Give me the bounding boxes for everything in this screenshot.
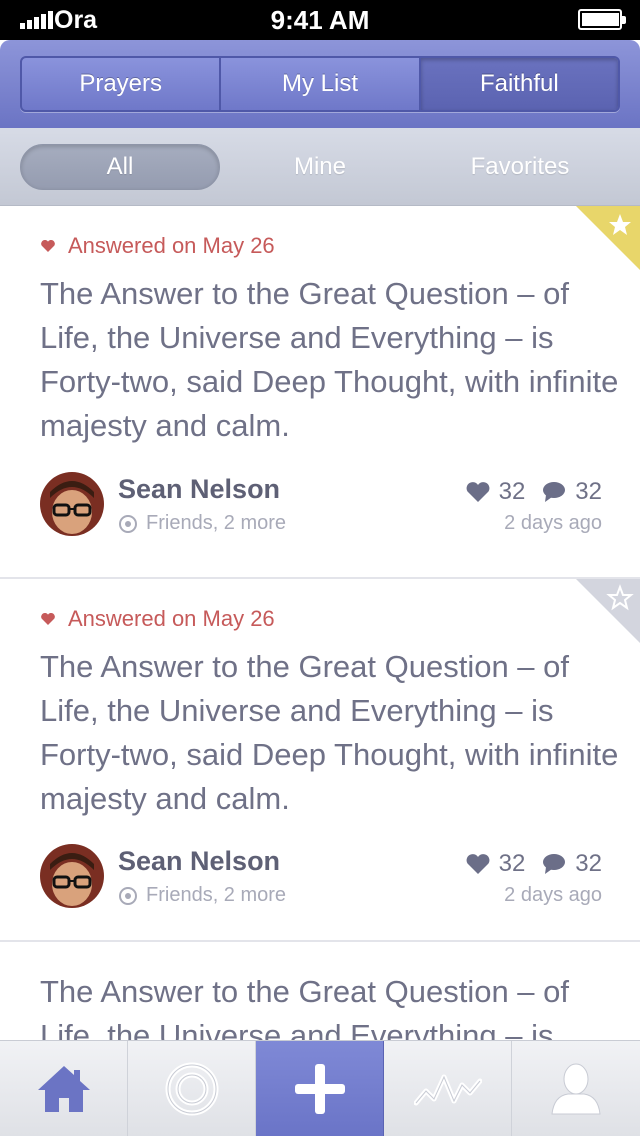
answered-status: Answered on May 26 bbox=[40, 606, 275, 632]
answered-label: Answered on May 26 bbox=[68, 606, 275, 631]
author-name[interactable]: Sean Nelson bbox=[118, 474, 280, 505]
audience-label: Friends, 2 more bbox=[146, 884, 287, 906]
comment-count: 32 bbox=[575, 850, 602, 877]
author-name[interactable]: Sean Nelson bbox=[118, 846, 280, 877]
prayer-text: The Answer to the Great Question – of Li… bbox=[40, 649, 619, 816]
home-icon bbox=[37, 1066, 90, 1112]
like-count: 32 bbox=[498, 478, 526, 505]
comment-count: 32 bbox=[575, 478, 602, 505]
tab-profile[interactable] bbox=[512, 1041, 640, 1136]
like-icon[interactable] bbox=[465, 853, 491, 875]
plus-icon bbox=[294, 1064, 345, 1114]
like-icon[interactable] bbox=[465, 481, 491, 503]
status-bar: Ora 9:41 AM bbox=[0, 0, 640, 40]
filter-favorites[interactable]: Favorites bbox=[420, 144, 620, 190]
prayer-card[interactable]: Answered on May 26 The Answer to the Gre… bbox=[0, 206, 640, 579]
filter-bar: All Mine Favorites bbox=[0, 128, 640, 206]
prayer-card[interactable]: Answered on May 26 The Answer to the Gre… bbox=[0, 579, 640, 942]
prayer-text: The Answer to the Great Question – of Li… bbox=[40, 974, 570, 1040]
battery-icon bbox=[578, 9, 626, 30]
status-time: 9:41 AM bbox=[270, 5, 370, 35]
section-segmented-control: Prayers My List Faithful bbox=[20, 56, 620, 112]
favorite-star-icon[interactable] bbox=[576, 206, 640, 270]
profile-icon bbox=[551, 1063, 601, 1115]
tab-faithful[interactable]: Faithful bbox=[420, 58, 618, 110]
answered-status: Answered on May 26 bbox=[40, 233, 275, 259]
post-time: 2 days ago bbox=[504, 512, 602, 534]
audience-icon bbox=[119, 514, 137, 533]
audience-label: Friends, 2 more bbox=[146, 512, 287, 534]
post-time: 2 days ago bbox=[504, 884, 602, 906]
audience: Friends, 2 more bbox=[118, 884, 286, 907]
answered-label: Answered on May 26 bbox=[68, 233, 275, 258]
avatar[interactable] bbox=[40, 472, 104, 536]
post-stats: 32 32 bbox=[465, 850, 602, 878]
target-icon bbox=[165, 1062, 218, 1116]
comment-icon[interactable] bbox=[541, 481, 567, 503]
tab-circles[interactable] bbox=[128, 1041, 256, 1136]
audience: Friends, 2 more bbox=[118, 512, 286, 535]
filter-mine[interactable]: Mine bbox=[220, 144, 420, 190]
tab-compose[interactable] bbox=[256, 1041, 384, 1136]
tab-activity[interactable] bbox=[384, 1041, 512, 1136]
avatar[interactable] bbox=[40, 844, 104, 908]
comment-icon[interactable] bbox=[541, 853, 567, 875]
tab-my-list[interactable]: My List bbox=[221, 58, 421, 110]
tab-prayers[interactable]: Prayers bbox=[22, 58, 222, 110]
filter-all[interactable]: All bbox=[20, 144, 220, 190]
like-count: 32 bbox=[498, 850, 526, 877]
post-stats: 32 32 bbox=[465, 478, 602, 506]
prayer-feed[interactable]: Answered on May 26 The Answer to the Gre… bbox=[0, 206, 640, 1040]
heart-icon bbox=[41, 239, 55, 252]
tab-bar bbox=[0, 1040, 640, 1136]
navigation-bar: Prayers My List Faithful bbox=[0, 40, 640, 128]
heart-icon bbox=[41, 612, 55, 625]
audience-icon bbox=[119, 886, 137, 905]
activity-icon bbox=[413, 1074, 482, 1106]
prayer-card[interactable]: The Answer to the Great Question – of Li… bbox=[0, 942, 640, 1040]
prayer-text: The Answer to the Great Question – of Li… bbox=[40, 276, 619, 443]
tab-home[interactable] bbox=[0, 1041, 128, 1136]
star-outline-icon[interactable] bbox=[576, 579, 640, 643]
